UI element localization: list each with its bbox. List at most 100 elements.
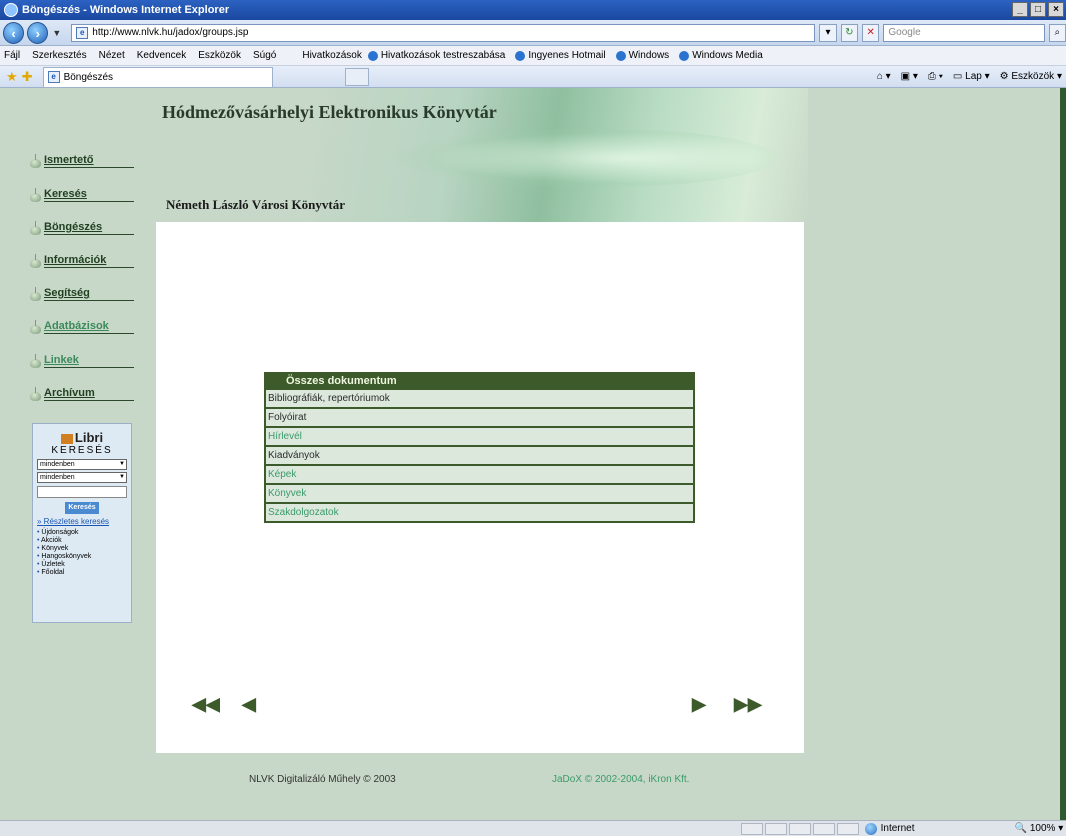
menu-edit[interactable]: Szerkesztés [32, 50, 86, 61]
menu-favorites[interactable]: Kedvencek [137, 50, 186, 61]
stop-icon[interactable]: ✕ [862, 23, 880, 42]
footer-jadox[interactable]: JaDoX © 2002-2004, iKron Kft. [552, 774, 689, 785]
window-controls: _ □ × [1012, 2, 1064, 17]
address-input[interactable]: e http://www.nlvk.hu/jadox/groups.jsp [71, 23, 816, 42]
main-content: Összes dokumentum Bibliográfiák, repertó… [156, 222, 804, 753]
bulb-icon [30, 188, 41, 202]
libri-logo-text: Libri [74, 430, 104, 445]
prev-page-button[interactable]: ◀ [242, 694, 256, 715]
home-icon[interactable]: ⌂ ▾ [877, 71, 891, 82]
fav-link-hotmail[interactable]: Ingyenes Hotmail [515, 50, 606, 61]
zoom-value: 100% [1029, 823, 1056, 834]
favorites-star-icon[interactable]: ★ [6, 69, 18, 85]
status-segment [812, 822, 835, 835]
sidebar-item-bongeszes[interactable]: Böngészés [30, 221, 134, 235]
zoom-level[interactable]: 🔍 100% ▾ [1015, 823, 1066, 834]
groups-header[interactable]: Összes dokumentum [266, 374, 693, 388]
libri-link[interactable]: Könyvek [37, 545, 127, 553]
group-row[interactable]: Képek [266, 464, 693, 483]
fav-label: Ingyenes Hotmail [528, 50, 606, 61]
libri-search-input[interactable] [37, 486, 127, 498]
libri-link[interactable]: Újdonságok [37, 529, 127, 537]
refresh-icon[interactable]: ↻ [840, 23, 859, 42]
forward-button[interactable]: › [27, 21, 49, 44]
libri-search-button[interactable]: Keresés [65, 502, 99, 514]
add-favorites-icon[interactable]: ✚ [22, 69, 33, 85]
page-menu-label: Lap [965, 71, 982, 82]
search-input[interactable]: Google [883, 23, 1045, 42]
security-zone[interactable]: Internet [864, 822, 995, 835]
address-toolbar: ‹ › ▼ e http://www.nlvk.hu/jadox/groups.… [0, 20, 1066, 46]
libri-link[interactable]: Hangoskönyvek [37, 553, 127, 561]
bulb-icon [30, 354, 41, 368]
bulb-icon [30, 320, 41, 334]
web-page: Hódmezővásárhelyi Elektronikus Könyvtár … [0, 88, 1060, 820]
sidebar-item-label: Linkek [44, 354, 134, 368]
first-page-button[interactable]: ◀◀ [192, 694, 220, 715]
libri-logo[interactable]: Libri [37, 430, 127, 445]
ie-page-icon [679, 50, 690, 61]
close-window-button[interactable]: × [1048, 2, 1064, 17]
sidebar-item-linkek[interactable]: Linkek [30, 354, 134, 368]
tab-page-icon: e [47, 71, 60, 83]
menu-tools[interactable]: Eszközök [198, 50, 241, 61]
sidebar-item-adatbazisok[interactable]: Adatbázisok [30, 320, 134, 334]
libri-search-widget: Libri KERESÉS mindenben mindenben Keresé… [32, 423, 132, 623]
new-tab-button[interactable] [344, 67, 369, 86]
group-row[interactable]: Könyvek [266, 483, 693, 502]
sidebar-item-segitseg[interactable]: Segítség [30, 287, 134, 301]
print-icon[interactable]: ⎙ ▾ [928, 71, 943, 82]
sidebar-item-label: Segítség [44, 287, 134, 301]
menu-file[interactable]: Fájl [4, 50, 20, 61]
zone-label: Internet [880, 823, 915, 834]
site-subtitle: Németh László Városi Könyvtár [166, 197, 345, 212]
status-segment [836, 822, 859, 835]
libri-heading: KERESÉS [51, 445, 113, 456]
last-page-button[interactable]: ▶▶ [734, 694, 762, 715]
libri-advanced-link[interactable]: » Részletes keresés [37, 517, 127, 526]
ie-page-icon [367, 50, 378, 61]
fav-link-customize[interactable]: Hivatkozások testreszabása [367, 50, 505, 61]
search-icon[interactable]: ⌕ [1048, 23, 1066, 42]
sidebar-item-kereses[interactable]: Keresés [30, 188, 134, 202]
site-title: Hódmezővásárhelyi Elektronikus Könyvtár [162, 102, 497, 122]
group-row[interactable]: Szakdolgozatok [266, 502, 693, 521]
status-segment [764, 822, 787, 835]
tools-menu[interactable]: ⚙ Eszközök ▾ [1000, 71, 1062, 82]
banner-decoration [396, 128, 776, 188]
sidebar-item-archivum[interactable]: Archívum [30, 387, 134, 401]
fav-link-windows-media[interactable]: Windows Media [679, 50, 763, 61]
libri-link[interactable]: Üzletek [37, 561, 127, 569]
maximize-button[interactable]: □ [1030, 2, 1046, 17]
address-url: http://www.nlvk.hu/jadox/groups.jsp [92, 27, 249, 38]
menu-help[interactable]: Súgó [253, 50, 276, 61]
sidebar-item-ismerteto[interactable]: Ismertető [30, 154, 134, 168]
group-row[interactable]: Bibliográfiák, repertóriumok [266, 388, 693, 407]
libri-select-1[interactable]: mindenben [37, 459, 127, 470]
minimize-button[interactable]: _ [1012, 2, 1028, 17]
tools-menu-label: Eszközök [1011, 71, 1055, 82]
page-menu[interactable]: ▭ Lap ▾ [953, 71, 990, 82]
libri-link[interactable]: Akciók [37, 537, 127, 545]
group-row[interactable]: Folyóirat [266, 407, 693, 426]
header-banner: Hódmezővásárhelyi Elektronikus Könyvtár … [156, 88, 808, 222]
group-row[interactable]: Kiadványok [266, 445, 693, 464]
menu-view[interactable]: Nézet [99, 50, 125, 61]
feeds-icon[interactable]: ▣ ▾ [901, 71, 918, 82]
libri-link[interactable]: Főoldal [37, 569, 127, 577]
group-row[interactable]: Hírlevél [266, 426, 693, 445]
footer-copyright: NLVK Digitalizáló Műhely © 2003 [249, 774, 396, 785]
libri-select-2[interactable]: mindenben [37, 472, 127, 483]
status-bar: Internet 🔍 100% ▾ [0, 820, 1066, 836]
tab-browse[interactable]: e Böngészés [42, 66, 273, 87]
next-page-button[interactable]: ▶ [692, 694, 706, 715]
sidebar-item-informaciok[interactable]: Információk [30, 254, 134, 268]
history-dropdown-icon[interactable]: ▼ [52, 28, 61, 38]
globe-icon [864, 822, 877, 835]
sidebar-item-label: Böngészés [44, 221, 134, 235]
address-dropdown-icon[interactable]: ▾ [819, 23, 837, 42]
fav-link-windows[interactable]: Windows [615, 50, 669, 61]
back-button[interactable]: ‹ [3, 21, 25, 44]
sidebar-item-label: Ismertető [44, 154, 134, 168]
vertical-scrollbar[interactable] [1060, 88, 1066, 820]
